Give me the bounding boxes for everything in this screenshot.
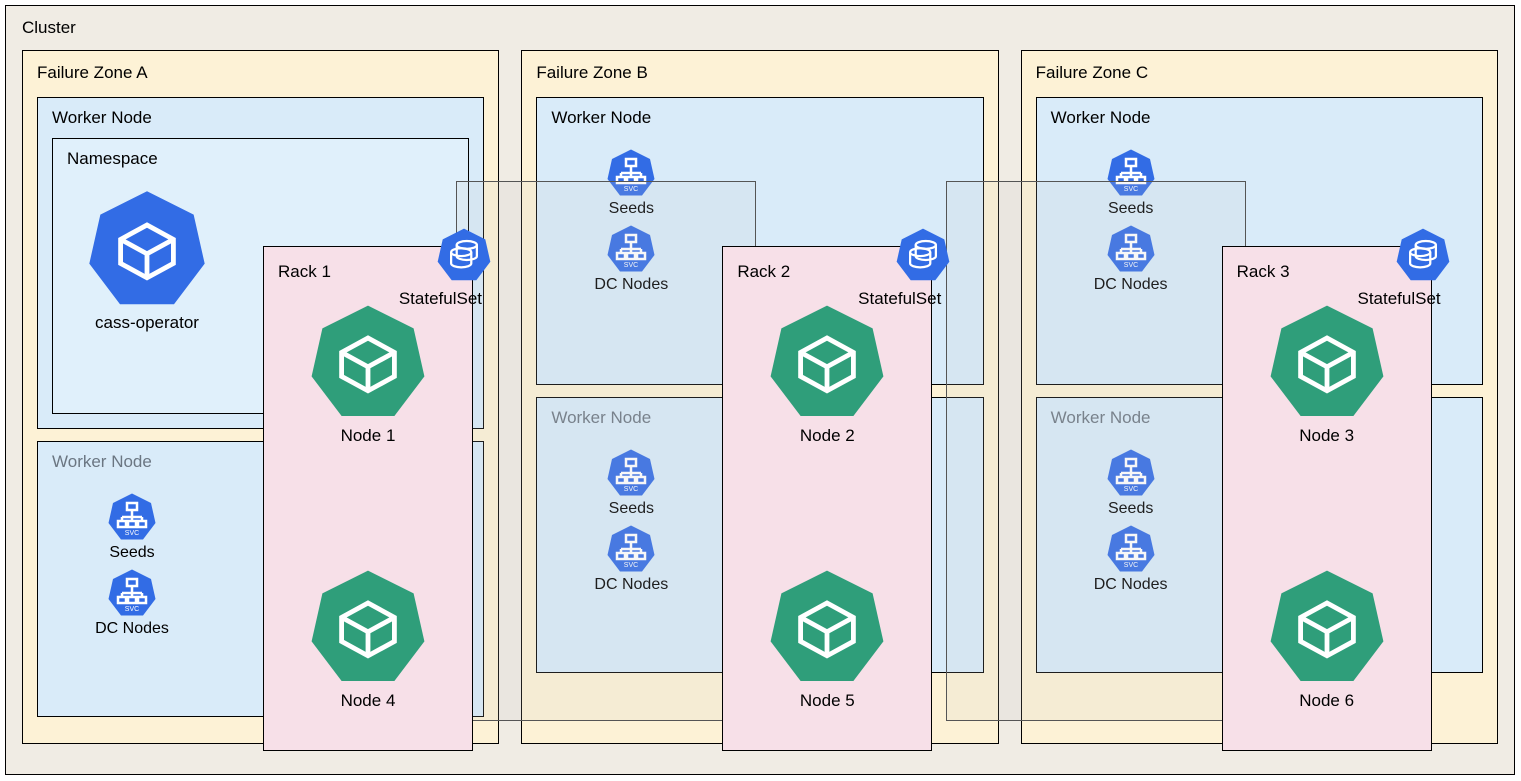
rack-node-1: Node 1 bbox=[264, 302, 472, 446]
worker-node-label: Worker Node bbox=[1051, 108, 1468, 128]
rack-node-6: Node 6 bbox=[1223, 567, 1431, 711]
node-icon bbox=[1267, 567, 1387, 687]
zone-label: Failure Zone C bbox=[1036, 63, 1483, 83]
statefulset-icon bbox=[436, 227, 492, 283]
failure-zone-a: Failure Zone A Worker Node Namespace bbox=[22, 50, 499, 744]
rack-node-5: Node 5 bbox=[723, 567, 931, 711]
cass-operator-icon bbox=[87, 189, 207, 309]
node-label: Node 2 bbox=[800, 426, 855, 446]
seeds-label: Seeds bbox=[109, 544, 154, 562]
zones-row: Failure Zone A Worker Node Namespace bbox=[22, 50, 1498, 744]
node-label: Node 4 bbox=[341, 691, 396, 711]
operator-label: cass-operator bbox=[95, 313, 199, 333]
rack-label: Rack 1 bbox=[278, 262, 458, 282]
node-icon bbox=[308, 302, 428, 422]
worker-node-label: Worker Node bbox=[551, 108, 968, 128]
node-icon bbox=[308, 567, 428, 687]
namespace-label: Namespace bbox=[67, 149, 454, 169]
dcnodes-svc-icon: SVC bbox=[107, 568, 157, 618]
node-label: Node 3 bbox=[1299, 426, 1354, 446]
seeds-svc-icon: SVC bbox=[107, 492, 157, 542]
rack-label: Rack 2 bbox=[737, 262, 917, 282]
statefulset-icon bbox=[895, 227, 951, 283]
zone-label: Failure Zone B bbox=[536, 63, 983, 83]
worker-node-label: Worker Node bbox=[52, 108, 469, 128]
node-label: Node 1 bbox=[341, 426, 396, 446]
rack-3: Rack 3 StatefulSet Node 3 bbox=[1222, 246, 1432, 751]
statefulset-icon bbox=[1395, 227, 1451, 283]
zone-label: Failure Zone A bbox=[37, 63, 484, 83]
rack-node-3: Node 3 bbox=[1223, 302, 1431, 446]
rack-node-4: Node 4 bbox=[264, 567, 472, 711]
rack-2: Rack 2 StatefulSet Node 2 bbox=[722, 246, 932, 751]
overlay-bar-ab bbox=[456, 181, 756, 721]
node-icon bbox=[1267, 302, 1387, 422]
rack-label: Rack 3 bbox=[1237, 262, 1417, 282]
dcnodes-label: DC Nodes bbox=[95, 620, 169, 638]
svc-col: SVC Seeds SVC DC Nodes bbox=[52, 482, 212, 644]
node-icon bbox=[767, 302, 887, 422]
cluster-label: Cluster bbox=[22, 18, 1498, 38]
cluster-container: Cluster Failure Zone A Worker Node Names… bbox=[5, 5, 1515, 775]
node-label: Node 5 bbox=[800, 691, 855, 711]
rack-1: Rack 1 StatefulSet bbox=[263, 246, 473, 751]
node-icon bbox=[767, 567, 887, 687]
svg-text:SVC: SVC bbox=[125, 606, 139, 613]
rack-node-2: Node 2 bbox=[723, 302, 931, 446]
overlay-bar-bc bbox=[946, 181, 1246, 721]
node-label: Node 6 bbox=[1299, 691, 1354, 711]
svg-text:SVC: SVC bbox=[125, 530, 139, 537]
operator-col: cass-operator bbox=[67, 179, 227, 333]
